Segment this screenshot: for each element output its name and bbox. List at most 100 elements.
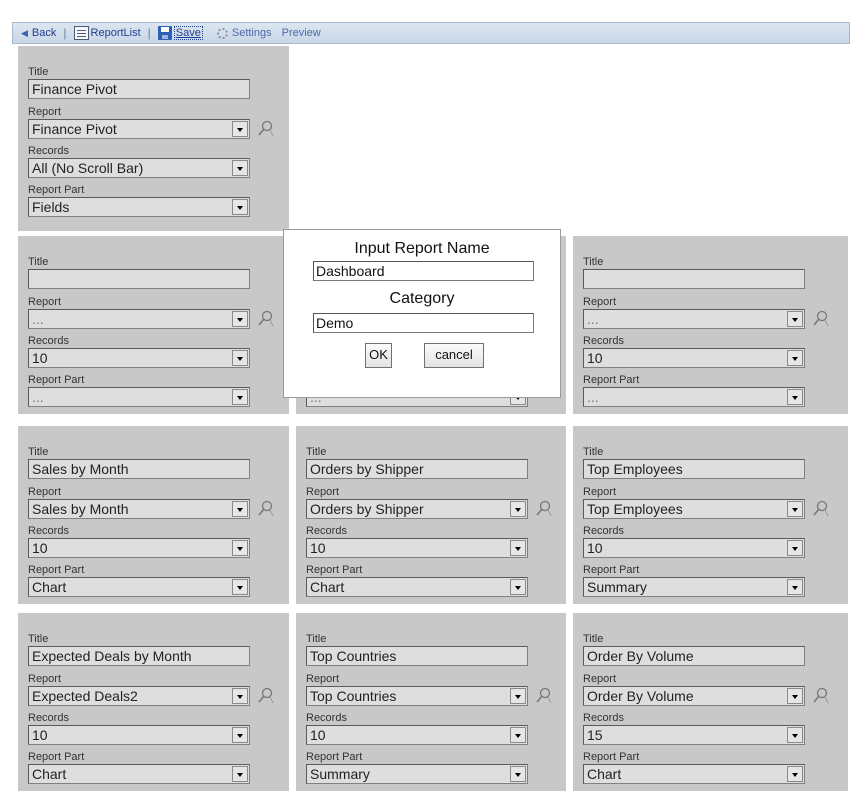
report-part-label: Report Part (583, 564, 640, 576)
chevron-down-icon[interactable] (232, 540, 248, 556)
records-select[interactable]: 10 (28, 538, 250, 558)
records-select[interactable]: All (No Scroll Bar) (28, 158, 250, 178)
report-panel: Title Order By Volume Report Order By Volum… (573, 613, 848, 791)
title-input[interactable]: Expected Deals by Month (28, 646, 250, 666)
report-lookup-icon[interactable] (256, 119, 276, 139)
report-name-input[interactable]: Dashboard (313, 261, 534, 281)
save-button[interactable]: Save (157, 26, 203, 40)
title-input[interactable]: Top Countries (306, 646, 528, 666)
chevron-down-icon[interactable] (510, 727, 526, 743)
records-select[interactable]: 15 (583, 725, 805, 745)
report-select[interactable]: Top Employees (583, 499, 805, 519)
records-select[interactable]: 10 (583, 538, 805, 558)
report-lookup-icon[interactable] (534, 499, 554, 519)
report-panel: Title Top Countries Report Top Countries Rec… (296, 613, 566, 791)
title-input[interactable] (28, 269, 250, 289)
chevron-down-icon[interactable] (232, 501, 248, 517)
report-name-dialog: Input Report Name Dashboard Category Dem… (283, 229, 561, 398)
chevron-down-icon[interactable] (787, 350, 803, 366)
records-label: Records (28, 335, 69, 347)
chevron-down-icon[interactable] (787, 501, 803, 517)
records-select[interactable]: 10 (306, 538, 528, 558)
chevron-down-icon[interactable] (787, 389, 803, 405)
preview-button[interactable]: Preview (272, 27, 321, 39)
chevron-down-icon[interactable] (232, 311, 248, 327)
records-select[interactable]: 10 (583, 348, 805, 368)
chevron-down-icon[interactable] (787, 688, 803, 704)
report-select[interactable]: Orders by Shipper (306, 499, 528, 519)
chevron-down-icon[interactable] (232, 350, 248, 366)
chevron-down-icon[interactable] (787, 579, 803, 595)
chevron-down-icon[interactable] (510, 579, 526, 595)
category-input[interactable]: Demo (313, 313, 534, 333)
title-input[interactable]: Top Employees (583, 459, 805, 479)
report-lookup-icon[interactable] (256, 499, 276, 519)
chevron-down-icon[interactable] (232, 579, 248, 595)
chevron-down-icon[interactable] (787, 540, 803, 556)
chevron-down-icon[interactable] (232, 389, 248, 405)
title-input[interactable]: Sales by Month (28, 459, 250, 479)
report-select[interactable]: Top Countries (306, 686, 528, 706)
report-select[interactable]: Sales by Month (28, 499, 250, 519)
ok-button[interactable]: OK (365, 343, 392, 368)
report-list-button[interactable]: ReportList (73, 26, 141, 40)
report-part-select[interactable]: Chart (28, 577, 250, 597)
chevron-down-icon[interactable] (787, 766, 803, 782)
title-label: Title (583, 256, 604, 268)
report-lookup-icon[interactable] (256, 309, 276, 329)
report-select[interactable]: Order By Volume (583, 686, 805, 706)
report-lookup-icon[interactable] (534, 686, 554, 706)
title-input[interactable]: Orders by Shipper (306, 459, 528, 479)
report-lookup-icon[interactable] (811, 499, 831, 519)
cancel-button[interactable]: cancel (424, 343, 484, 368)
chevron-down-icon[interactable] (787, 311, 803, 327)
report-part-select-value: Chart (310, 579, 345, 595)
report-part-select[interactable]: Chart (306, 577, 528, 597)
report-select[interactable]: ... (28, 309, 250, 329)
chevron-down-icon[interactable] (510, 540, 526, 556)
report-select-value: Top Employees (587, 501, 683, 517)
chevron-down-icon[interactable] (232, 121, 248, 137)
report-part-label: Report Part (28, 374, 85, 386)
report-part-select[interactable]: Chart (583, 764, 805, 784)
report-select[interactable]: Expected Deals2 (28, 686, 250, 706)
records-select[interactable]: 10 (28, 348, 250, 368)
chevron-down-icon[interactable] (232, 199, 248, 215)
back-button[interactable]: ◀ Back (13, 27, 56, 39)
chevron-down-icon[interactable] (510, 766, 526, 782)
chevron-down-icon[interactable] (232, 766, 248, 782)
report-part-select[interactable]: Summary (306, 764, 528, 784)
report-select-value: Top Countries (310, 688, 397, 704)
report-select[interactable]: ... (583, 309, 805, 329)
title-input[interactable]: Finance Pivot (28, 79, 250, 99)
report-lookup-icon[interactable] (811, 686, 831, 706)
title-input[interactable]: Order By Volume (583, 646, 805, 666)
records-label: Records (28, 145, 69, 157)
report-part-label: Report Part (583, 751, 640, 763)
chevron-down-icon[interactable] (510, 501, 526, 517)
chevron-down-icon[interactable] (232, 688, 248, 704)
report-part-select[interactable]: Summary (583, 577, 805, 597)
chevron-down-icon[interactable] (510, 688, 526, 704)
report-part-label: Report Part (306, 751, 363, 763)
chevron-down-icon[interactable] (232, 727, 248, 743)
report-part-select[interactable]: Chart (28, 764, 250, 784)
report-select[interactable]: Finance Pivot (28, 119, 250, 139)
report-lookup-icon[interactable] (256, 686, 276, 706)
report-part-select[interactable]: Fields (28, 197, 250, 217)
report-part-select[interactable]: ... (28, 387, 250, 407)
records-select-value: 10 (310, 540, 326, 556)
title-input[interactable] (583, 269, 805, 289)
dialog-heading: Input Report Name (354, 240, 490, 257)
settings-button[interactable]: Settings (203, 27, 272, 39)
chevron-down-icon[interactable] (787, 727, 803, 743)
report-label: Report (583, 673, 617, 685)
report-part-select[interactable]: ... (583, 387, 805, 407)
report-panel: Title Report... Records 10 Report Part... (573, 236, 848, 414)
chevron-down-icon[interactable] (232, 160, 248, 176)
records-select[interactable]: 10 (28, 725, 250, 745)
records-select[interactable]: 10 (306, 725, 528, 745)
report-panel: Title Sales by Month Report Sales by Month R… (18, 426, 289, 604)
report-lookup-icon[interactable] (811, 309, 831, 329)
report-list-icon (73, 26, 89, 40)
